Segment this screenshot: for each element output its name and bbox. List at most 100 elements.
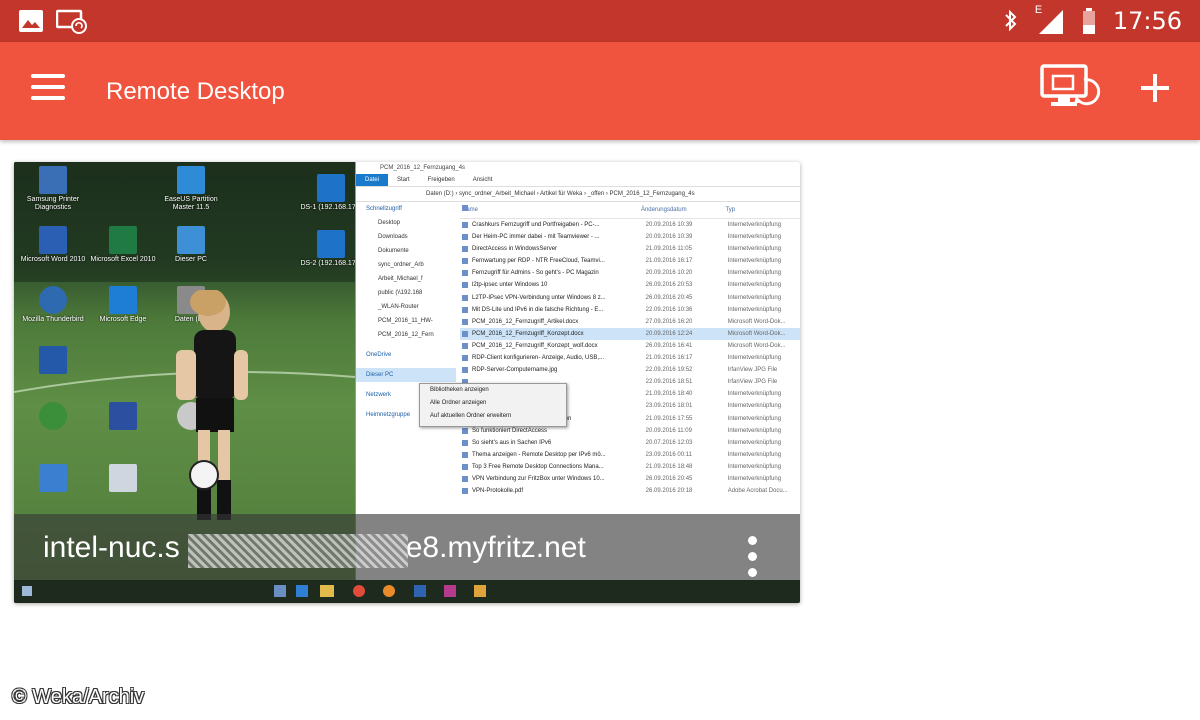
file-name: VPN Verbindung zur FritzBox unter Window… [460, 473, 646, 485]
file-type: Internetverknüpfung [727, 270, 782, 277]
explorer-file-list: Name Änderungsdatum Typ Crashkurs Fernzu… [460, 202, 800, 497]
desktop-icon[interactable]: Microsoft Excel 2010 [86, 226, 160, 264]
file-date: 23.09.2016 00:11 [645, 451, 692, 458]
desktop-icon-label: Samsung Printer Diagnostics [26, 196, 80, 211]
file-row: RDP-Client konfigurieren- Anzeige, Audio… [460, 352, 800, 364]
file-date: 21.09.2016 16:17 [645, 258, 693, 265]
column-type: Typ [725, 207, 736, 213]
word-icon [39, 226, 67, 254]
desktop-icon [86, 464, 160, 494]
context-menu-item: Alle Ordner anzeigen [430, 400, 487, 406]
more-vert-dot [748, 568, 757, 577]
file-date: 22.09.2016 19:52 [645, 367, 693, 374]
app-icon [109, 402, 137, 430]
file-row: DirectAccess in WindowsServer 21.09.2016 … [460, 243, 800, 255]
file-row: So sieht's aus in Sachen IPv6 20.07.2016 … [460, 437, 800, 449]
context-menu-item: Auf aktuellen Ordner erweitern [430, 413, 512, 419]
nav-item: PCM_2016_12_Fern [378, 332, 434, 338]
connection-label-bar: intel-nuc.s e8.myfritz.net [14, 514, 800, 580]
file-type: Internetverknüpfung [727, 391, 782, 398]
file-row: VPN-Protokolle.pdf 26.09.2016 20:18 Adobe … [460, 485, 800, 497]
file-type: Internetverknüpfung [727, 306, 782, 313]
menu-icon-bar [31, 85, 65, 89]
file-date: 21.09.2016 11:05 [645, 246, 692, 253]
partition-icon [177, 166, 205, 194]
app-icon [109, 464, 137, 492]
desktop-icon-label: Dieser PC [175, 256, 207, 263]
file-name: PCM_2016_12_Fernzugriff_Konzept_wolf.doc… [460, 340, 646, 352]
file-row: L2TP-IPsec VPN-Verbindung unter Windows … [460, 292, 800, 304]
file-type: Internetverknüpfung [727, 475, 782, 482]
desktop-connect-button[interactable] [1038, 62, 1102, 112]
desktop-icon[interactable]: Dieser PC [154, 226, 228, 264]
more-options-button[interactable] [744, 536, 760, 580]
file-rows: Crashkurs Fernzugriff und Portfreigaben … [460, 219, 800, 497]
file-type: Internetverknüpfung [727, 427, 782, 434]
desktop-icon[interactable]: Microsoft Edge [86, 286, 160, 324]
nav-item: PCM_2016_11_HW- [378, 318, 433, 324]
file-name: l2tp-ipsec unter Windows 10 [460, 279, 646, 291]
file-row: Top 3 Free Remote Desktop Connections Ma… [460, 461, 800, 473]
host-name-prefix: intel-nuc.s [43, 531, 180, 564]
taskbar-icons [22, 585, 486, 597]
file-type: Internetverknüpfung [727, 403, 782, 410]
desktop-connect-icon [1040, 64, 1101, 106]
desktop-icon[interactable]: Microsoft Word 2010 [16, 226, 90, 264]
app-icon [39, 464, 67, 492]
host-name-suffix: e8.myfritz.net [405, 531, 586, 564]
file-date: 21.09.2016 18:40 [645, 391, 693, 398]
nav-item: Dieser PC [356, 368, 456, 382]
file-type: Internetverknüpfung [727, 355, 782, 362]
file-name: Mit DS-Lite und IPv6 in die falsche Rich… [460, 304, 646, 316]
desktop-icon [16, 464, 90, 494]
file-date: 20.09.2016 10:39 [645, 234, 693, 241]
file-row: Fernzugriff für Admins - So geht's - PC … [460, 267, 800, 279]
app-icon [39, 346, 67, 374]
nav-item: Dokumente [378, 248, 409, 254]
nav-item: Downloads [378, 234, 408, 240]
file-date: 22.09.2016 10:36 [645, 306, 693, 313]
desktop-icon-label: DS-2 (192.168.17... [300, 260, 362, 267]
desktop-icon [16, 402, 90, 432]
file-date: 20.09.2016 10:39 [645, 222, 693, 228]
file-date: 26.09.2016 16:41 [645, 342, 693, 349]
file-type: IrfanView JPG File [727, 379, 778, 386]
desktop-icon[interactable]: Mozilla Thunderbird [16, 286, 90, 324]
windows-taskbar [14, 580, 800, 603]
desktop-icon-label: Microsoft Excel 2010 [90, 256, 156, 263]
file-type: Internetverknüpfung [727, 222, 782, 228]
signal-indicator: E [1035, 4, 1065, 36]
desktop-icon[interactable]: EaseUS Partition Master 11.5 [154, 166, 228, 212]
file-date: 22.09.2016 18:51 [645, 379, 693, 386]
add-button[interactable] [1133, 66, 1177, 110]
file-type: Microsoft Word-Dok... [727, 318, 786, 325]
file-name: So sieht's aus in Sachen IPv6 [460, 437, 646, 449]
shortcut-icon [317, 230, 345, 258]
file-name: PCM_2016_12_Fernzugriff_Artikel.docx [460, 316, 646, 328]
more-vert-dot [748, 552, 757, 561]
file-type: Microsoft Word-Dok... [727, 330, 786, 337]
menu-button[interactable] [28, 68, 68, 108]
desktop-icon [16, 346, 90, 376]
connection-card[interactable]: Samsung Printer Diagnostics EaseUS Parti… [14, 162, 800, 603]
file-type: Internetverknüpfung [727, 463, 782, 470]
nav-item: Arbeit_Michael_f [378, 276, 423, 282]
file-row: VPN Verbindung zur FritzBox unter Window… [460, 473, 800, 485]
explorer-ribbon: Datei Start Freigeben Ansicht [356, 174, 800, 187]
file-name: Crashkurs Fernzugriff und Portfreigaben … [460, 219, 646, 231]
file-row: RDP-Server-Computername.jpg 22.09.2016 19… [460, 364, 800, 376]
desktop-icon[interactable]: Samsung Printer Diagnostics [16, 166, 90, 212]
computer-icon [177, 226, 205, 254]
file-date: 26.09.2016 20:45 [645, 475, 693, 482]
desktop-icon-label: DS-1 (192.168.17... [300, 204, 362, 211]
wallpaper-figure [176, 290, 248, 520]
menu-icon [31, 74, 65, 78]
file-date: 21.09.2016 17:55 [645, 415, 693, 422]
desktop-icon-label: Mozilla Thunderbird [22, 316, 84, 323]
file-name: RDP-Server-Computername.jpg [460, 364, 646, 376]
file-date: 20.09.2016 11:09 [645, 427, 692, 434]
gallery-icon [19, 10, 43, 32]
file-row: Crashkurs Fernzugriff und Portfreigaben … [460, 219, 800, 231]
context-menu-item: Bibliotheken anzeigen [430, 387, 489, 393]
nav-item: OneDrive [366, 352, 392, 358]
